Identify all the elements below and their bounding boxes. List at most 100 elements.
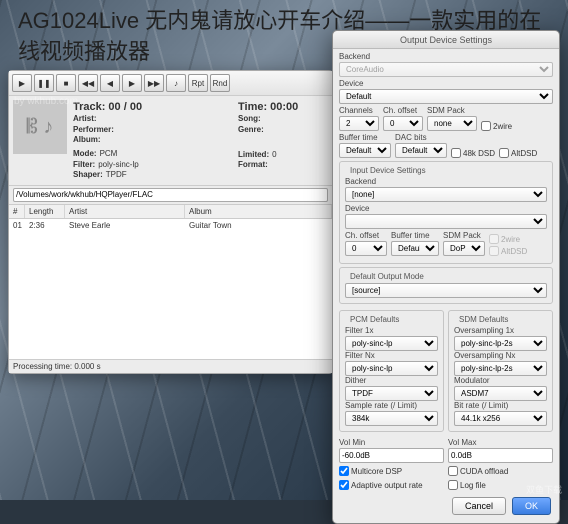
in-choffset-label: Ch. offset: [345, 231, 387, 240]
mode-label: Mode:: [73, 149, 97, 159]
mod-label: Modulator: [454, 376, 547, 385]
choffset-label: Ch. offset: [383, 106, 423, 115]
dither-label: Dither: [345, 376, 438, 385]
stop-button[interactable]: ■: [56, 74, 76, 92]
forward-button[interactable]: ▶: [122, 74, 142, 92]
in-buffer-select[interactable]: Default: [391, 241, 439, 256]
song-label: Song:: [238, 114, 261, 124]
f1x-select[interactable]: poly-sinc-lp: [345, 336, 438, 351]
sdmpack-label: SDM Pack: [427, 106, 477, 115]
channels-select[interactable]: 2: [339, 116, 379, 131]
defmode-select[interactable]: [source]: [345, 283, 547, 298]
dither-select[interactable]: TPDF: [345, 386, 438, 401]
fnx-label: Filter Nx: [345, 351, 438, 360]
volume-button[interactable]: ♪: [166, 74, 186, 92]
volmin-input[interactable]: [339, 448, 444, 463]
multicore-check[interactable]: Multicore DSP: [339, 466, 444, 476]
mod-select[interactable]: ASDM7: [454, 386, 547, 401]
dsd48-check[interactable]: 48k DSD: [451, 148, 495, 158]
buffer-label: Buffer time: [339, 133, 391, 142]
shaper-value: TPDF: [106, 170, 127, 180]
settings-title: Output Device Settings: [333, 31, 559, 49]
f1x-label: Filter 1x: [345, 326, 438, 335]
cuda-check[interactable]: CUDA offload: [448, 466, 553, 476]
o1x-label: Oversampling 1x: [454, 326, 547, 335]
channels-label: Channels: [339, 106, 379, 115]
dac-label: DAC bits: [395, 133, 447, 142]
mode-value: PCM: [100, 149, 118, 159]
playlist-header: # Length Artist Album: [9, 205, 332, 219]
sdm-legend: SDM Defaults: [456, 315, 511, 324]
o1x-select[interactable]: poly-sinc-lp-2s: [454, 336, 547, 351]
in-twowire-check[interactable]: 2wire: [489, 234, 527, 244]
in-backend-select[interactable]: [none]: [345, 187, 547, 202]
out-device-select[interactable]: Default: [339, 89, 553, 104]
rewind-button[interactable]: ◀: [100, 74, 120, 92]
in-sdmpack-label: SDM Pack: [443, 231, 485, 240]
corner-logo: 双鱼下载: [526, 483, 562, 496]
play-button[interactable]: ▶: [12, 74, 32, 92]
shaper-label: Shaper:: [73, 170, 103, 180]
limited-label: Limited:: [238, 150, 269, 160]
input-legend: Input Device Settings: [347, 166, 429, 175]
prev-button[interactable]: ◀◀: [78, 74, 98, 92]
in-device-select[interactable]: [345, 214, 547, 229]
status-bar: Processing time: 0.000 s: [9, 359, 332, 373]
repeat-button[interactable]: Rpt: [188, 74, 208, 92]
in-sdmpack-select[interactable]: DoP: [443, 241, 485, 256]
artist-label: Artist:: [73, 114, 97, 124]
path-input[interactable]: [13, 188, 328, 202]
in-altdsd-check[interactable]: AltDSD: [489, 246, 527, 256]
watermark: by wkhub.com: [14, 96, 78, 107]
out-backend-select[interactable]: CoreAudio: [339, 62, 553, 77]
performer-label: Performer:: [73, 125, 114, 135]
col-artist[interactable]: Artist: [65, 205, 185, 218]
volmax-input[interactable]: [448, 448, 553, 463]
album-art: 𝄡 ♪: [13, 100, 67, 154]
time-label: Time:: [238, 100, 267, 114]
random-button[interactable]: Rnd: [210, 74, 230, 92]
cell-artist: Steve Earle: [65, 220, 185, 231]
altdsd-check[interactable]: AltDSD: [499, 148, 537, 158]
sdmpack-select[interactable]: none: [427, 116, 477, 131]
onx-select[interactable]: poly-sinc-lp-2s: [454, 361, 547, 376]
col-album[interactable]: Album: [185, 205, 332, 218]
transport-toolbar: ▶ ❚❚ ■ ◀◀ ◀ ▶ ▶▶ ♪ Rpt Rnd: [9, 71, 332, 96]
genre-label: Genre:: [238, 125, 264, 135]
track-value: 00 / 00: [108, 100, 142, 114]
col-num[interactable]: #: [9, 205, 25, 218]
table-row[interactable]: 01 2:36 Steve Earle Guitar Town: [9, 219, 332, 232]
in-buffer-label: Buffer time: [391, 231, 439, 240]
pcm-rate-label: Sample rate (/ Limit): [345, 401, 438, 410]
filter-value: poly-sinc-lp: [98, 160, 138, 170]
sdm-rate-label: Bit rate (/ Limit): [454, 401, 547, 410]
buffer-select[interactable]: Default: [339, 143, 391, 158]
in-device-label: Device: [345, 204, 547, 213]
twowire-check[interactable]: 2wire: [481, 121, 512, 131]
fnx-select[interactable]: poly-sinc-lp: [345, 361, 438, 376]
volmax-label: Vol Max: [448, 438, 553, 447]
next-button[interactable]: ▶▶: [144, 74, 164, 92]
out-device-label: Device: [339, 79, 553, 88]
pcm-rate-select[interactable]: 384k: [345, 411, 438, 426]
player-window: ▶ ❚❚ ■ ◀◀ ◀ ▶ ▶▶ ♪ Rpt Rnd 𝄡 ♪ Track: 00…: [8, 70, 333, 374]
onx-label: Oversampling Nx: [454, 351, 547, 360]
adaptive-check[interactable]: Adaptive output rate: [339, 480, 444, 490]
cell-album: Guitar Town: [185, 220, 332, 231]
cell-length: 2:36: [25, 220, 65, 231]
volmin-label: Vol Min: [339, 438, 444, 447]
settings-window: Output Device Settings BackendCoreAudio …: [332, 30, 560, 524]
cell-num: 01: [9, 220, 25, 231]
in-choffset-select[interactable]: 0: [345, 241, 387, 256]
col-length[interactable]: Length: [25, 205, 65, 218]
time-value: 00:00: [270, 100, 298, 114]
defmode-legend: Default Output Mode: [347, 272, 427, 281]
sdm-rate-select[interactable]: 44.1k x256: [454, 411, 547, 426]
dac-select[interactable]: Default: [395, 143, 447, 158]
filter-label: Filter:: [73, 160, 95, 170]
pause-button[interactable]: ❚❚: [34, 74, 54, 92]
playlist-body[interactable]: 01 2:36 Steve Earle Guitar Town: [9, 219, 332, 359]
format-label: Format:: [238, 160, 268, 170]
out-backend-label: Backend: [339, 52, 553, 61]
choffset-select[interactable]: 0: [383, 116, 423, 131]
